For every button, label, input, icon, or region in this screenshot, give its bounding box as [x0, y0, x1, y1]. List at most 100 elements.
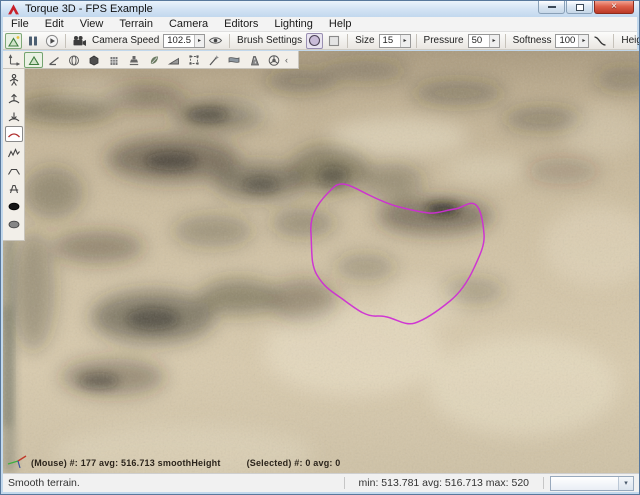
terrain-editor-icon	[27, 53, 41, 67]
toolbar-separator	[416, 34, 417, 48]
visibility-button[interactable]	[207, 33, 224, 49]
road-icon	[247, 53, 261, 67]
editor-tool-terrain-editor[interactable]	[24, 52, 43, 68]
terrain-tool-lower-height[interactable]	[5, 108, 23, 124]
maximize-button[interactable]	[566, 1, 593, 14]
terrain-painter-icon	[47, 53, 61, 67]
play-game-button[interactable]	[43, 33, 60, 49]
terrain-tool-paint-noise[interactable]	[5, 144, 23, 160]
camera-speed-field[interactable]: 102.5 ▸	[163, 34, 205, 48]
status-separator	[543, 477, 544, 489]
ellipse-brush-icon	[308, 34, 321, 47]
flatten-icon	[7, 163, 21, 177]
material-editor-icon	[67, 53, 81, 67]
editor-tool-forest-editor[interactable]	[144, 52, 163, 68]
camera-menu-button[interactable]	[71, 33, 88, 49]
camera-speed-label: Camera Speed	[92, 35, 159, 46]
play-icon	[45, 34, 59, 48]
pressure-field[interactable]: 50 ▸	[468, 34, 500, 48]
stamp-icon	[127, 53, 141, 67]
camera-speed-spinner-icon[interactable]: ▸	[194, 35, 204, 47]
brush-ellipse-button[interactable]	[306, 33, 323, 49]
pressure-label: Pressure	[424, 35, 464, 46]
menu-lighting[interactable]: Lighting	[266, 17, 321, 31]
editor-tool-datablock-editor[interactable]	[104, 52, 123, 68]
editor-tool-ramp[interactable]	[164, 52, 183, 68]
clear-terrain-icon	[7, 199, 21, 213]
status-bar: Smooth terrain. min: 513.781 avg: 516.71…	[3, 473, 639, 492]
close-button[interactable]: ×	[594, 1, 634, 14]
height-range-stats: min: 513.781 avg: 516.713 max: 520	[351, 477, 537, 489]
editor-tool-road-editor[interactable]	[244, 52, 263, 68]
size-spinner-icon[interactable]: ▸	[400, 35, 410, 47]
softness-label: Softness	[513, 35, 552, 46]
menu-edit[interactable]: Edit	[37, 17, 72, 31]
set-height-icon	[7, 181, 21, 195]
brush-settings-label: Brush Settings	[237, 35, 302, 46]
status-message: Smooth terrain.	[8, 477, 338, 489]
eye-icon	[208, 35, 223, 46]
toolbar-separator	[505, 34, 506, 48]
pressure-spinner-icon[interactable]: ▸	[489, 35, 499, 47]
status-dropdown[interactable]: ▾	[550, 476, 634, 491]
mouse-stats: (Mouse) #: 177 avg: 516.713 smoothHeight	[31, 458, 221, 468]
editor-tool-selection[interactable]	[184, 52, 203, 68]
world-editor-button[interactable]	[5, 33, 22, 49]
toggle-panels-button[interactable]	[24, 33, 41, 49]
toolbar-separator	[613, 34, 614, 48]
softness-curve-button[interactable]	[591, 33, 608, 49]
toolbar-overflow-icon[interactable]: ‹	[285, 55, 288, 65]
editor-tool-terrain-painter[interactable]	[44, 52, 63, 68]
terrain-tool-flatten[interactable]	[5, 162, 23, 178]
terrain-viewport[interactable]: ‹	[3, 51, 639, 473]
maximize-icon	[576, 4, 584, 11]
menu-view[interactable]: View	[72, 17, 112, 31]
editor-tool-shape-editor[interactable]	[84, 52, 103, 68]
wand-icon	[207, 53, 221, 67]
menu-help[interactable]: Help	[321, 17, 360, 31]
paint-noise-icon	[7, 145, 21, 159]
terrain-tool-clear-terrain[interactable]	[5, 198, 23, 214]
size-label: Size	[355, 35, 374, 46]
terrain-tool-smooth[interactable]	[5, 126, 23, 142]
terrain-tool-set-height[interactable]	[5, 180, 23, 196]
menu-file[interactable]: File	[3, 17, 37, 31]
editor-toolbar: ‹	[3, 51, 299, 69]
leaf-icon	[147, 53, 161, 67]
terrain-tool-raise-height[interactable]	[5, 90, 23, 106]
minimize-icon	[548, 6, 556, 8]
terrain-tool-grab-terrain[interactable]	[5, 72, 23, 88]
softness-spinner-icon[interactable]: ▸	[578, 35, 588, 47]
chevron-down-icon[interactable]: ▾	[618, 477, 633, 490]
height-label: Height	[621, 35, 640, 46]
window-title: Torque 3D - FPS Example	[25, 3, 153, 15]
softness-field[interactable]: 100 ▸	[555, 34, 589, 48]
menu-camera[interactable]: Camera	[161, 17, 216, 31]
brush-box-button[interactable]	[325, 33, 342, 49]
panels-icon	[27, 35, 39, 47]
editor-tool-material-editor[interactable]	[64, 52, 83, 68]
restore-terrain-icon	[7, 217, 21, 231]
selection-box-icon	[187, 53, 201, 67]
terrain-tool-restore-terrain[interactable]	[5, 216, 23, 232]
editor-tool-magic-wand[interactable]	[204, 52, 223, 68]
minimize-button[interactable]	[538, 1, 565, 14]
editor-tool-river-editor[interactable]	[224, 52, 243, 68]
editor-tool-decal-editor[interactable]	[124, 52, 143, 68]
menu-bar: File Edit View Terrain Camera Editors Li…	[3, 17, 637, 32]
river-icon	[227, 53, 241, 67]
menu-terrain[interactable]: Terrain	[111, 17, 161, 31]
toolbar-separator	[65, 34, 66, 48]
editor-tool-particle-editor[interactable]	[264, 52, 283, 68]
axis-gizmo-icon	[6, 453, 30, 470]
ramp-icon	[167, 53, 181, 67]
editor-tool-object-editor[interactable]	[4, 52, 23, 68]
camera-speed-value: 102.5	[164, 35, 194, 46]
app-window: Torque 3D - FPS Example × File Edit View…	[0, 0, 640, 495]
size-field[interactable]: 15 ▸	[379, 34, 411, 48]
close-icon: ×	[611, 2, 617, 12]
menu-editors[interactable]: Editors	[216, 17, 266, 31]
main-toolbar: Camera Speed 102.5 ▸ Brush Settings Size	[3, 32, 637, 50]
app-logo-icon	[7, 3, 20, 16]
window-controls: ×	[538, 1, 634, 14]
